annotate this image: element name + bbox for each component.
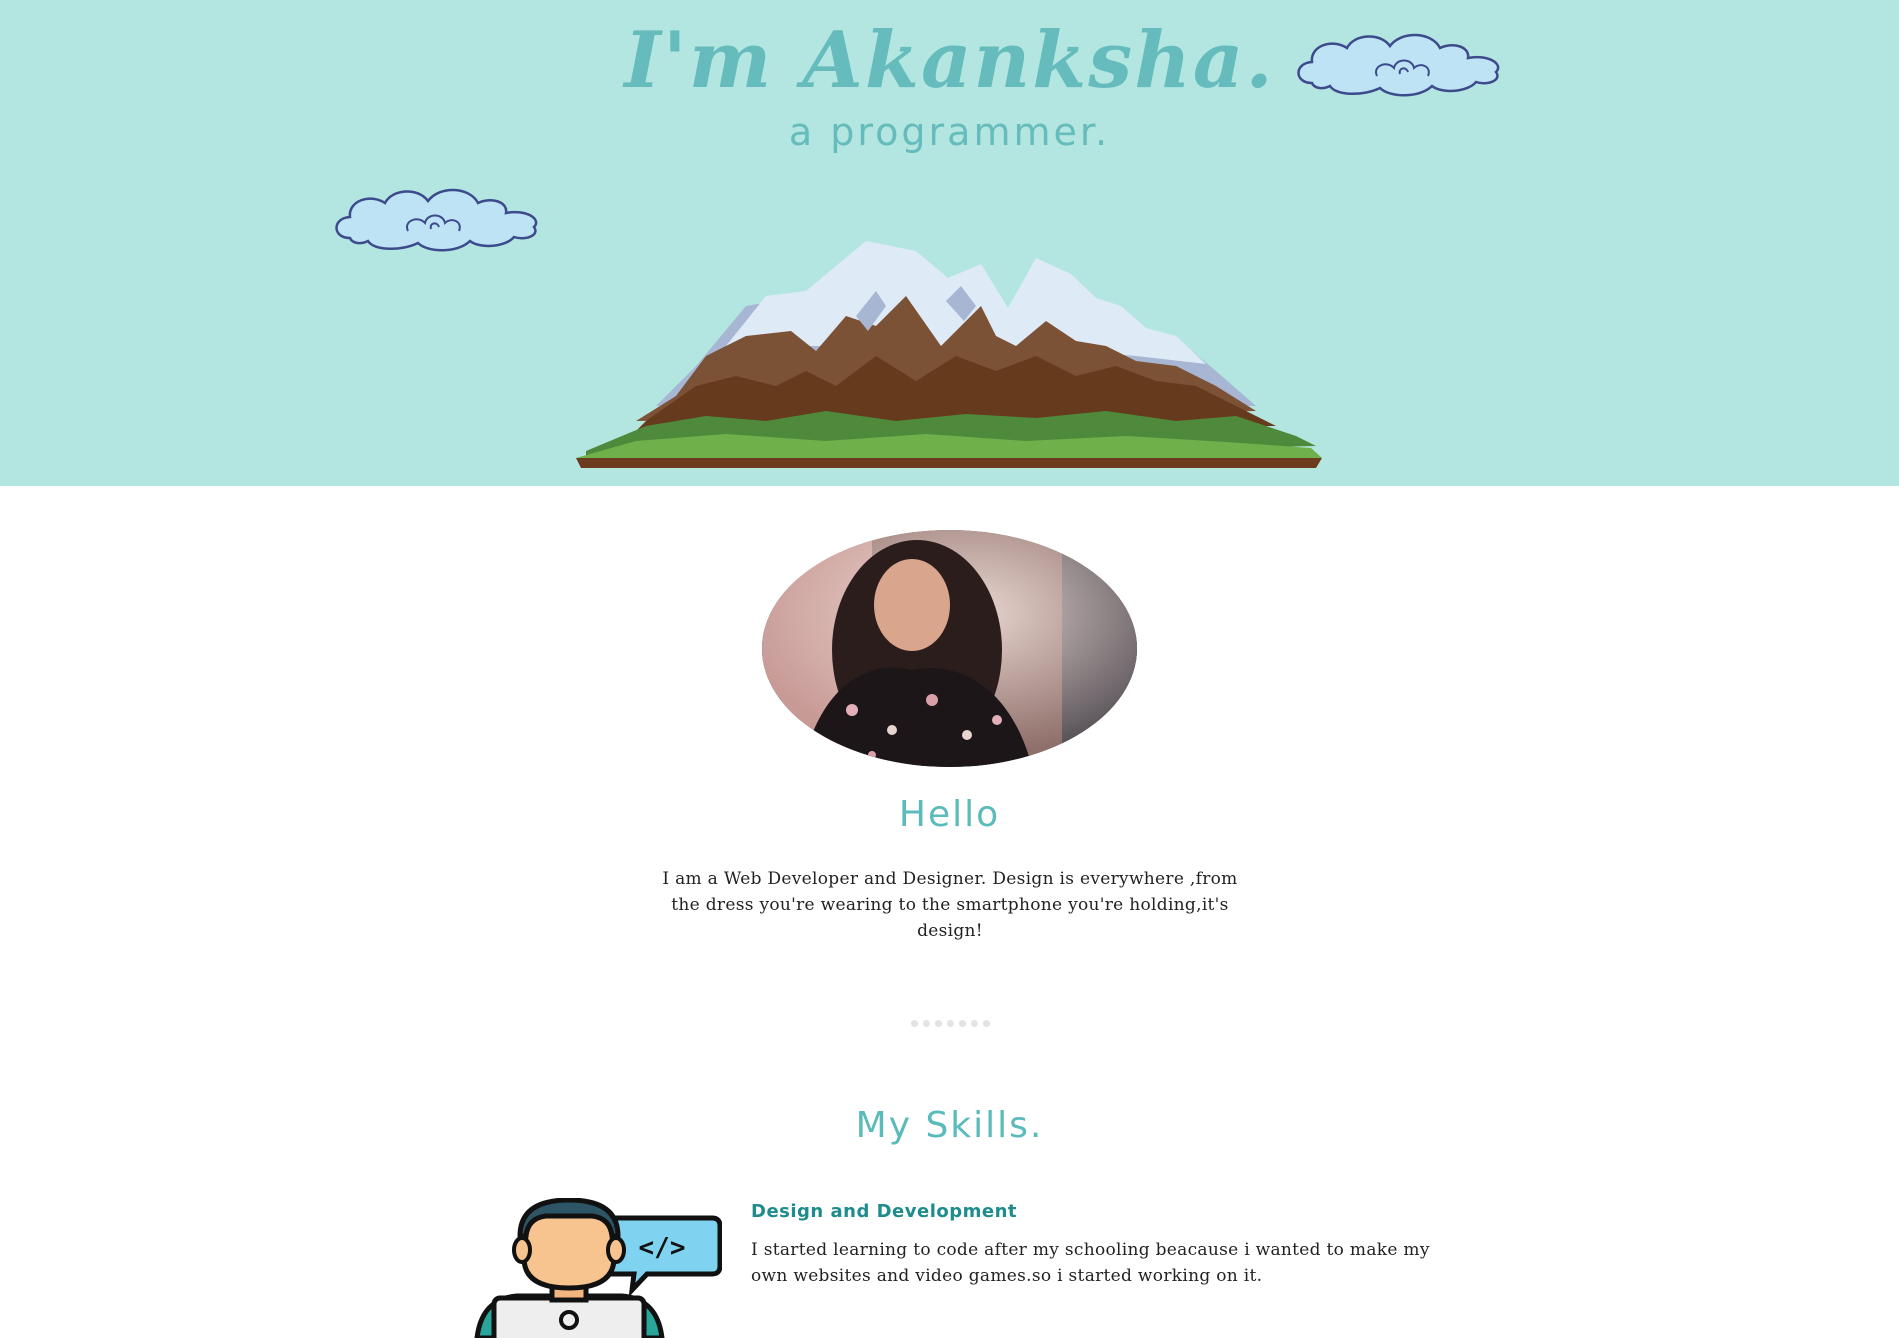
hero-section: I'm Akanksha. a programmer.	[0, 0, 1899, 486]
section-divider	[900, 1020, 1000, 1030]
developer-with-code-bubble-icon: </>	[474, 1198, 722, 1338]
divider-dot	[982, 1020, 990, 1027]
profile-photo	[762, 530, 1137, 767]
skill-title: Design and Development	[751, 1201, 1018, 1222]
skills-heading: My Skills.	[855, 1105, 1044, 1146]
mountain-illustration	[576, 241, 1322, 468]
cloud-icon	[1297, 33, 1500, 97]
divider-dot	[934, 1020, 942, 1027]
divider-dot	[910, 1020, 918, 1027]
cloud-icon	[335, 188, 538, 252]
divider-dot	[970, 1020, 978, 1027]
divider-dot	[958, 1020, 966, 1027]
divider-dot	[946, 1020, 954, 1027]
hero-title: I'm Akanksha.	[624, 15, 1275, 106]
divider-dot	[922, 1020, 930, 1027]
intro-paragraph: I am a Web Developer and Designer. Desig…	[662, 869, 1238, 941]
svg-text:</>: </>	[639, 1233, 686, 1263]
hero-subtitle: a programmer.	[788, 110, 1111, 154]
skill-description: I started learning to code after my scho…	[751, 1240, 1430, 1286]
hello-heading: Hello	[898, 794, 1001, 835]
